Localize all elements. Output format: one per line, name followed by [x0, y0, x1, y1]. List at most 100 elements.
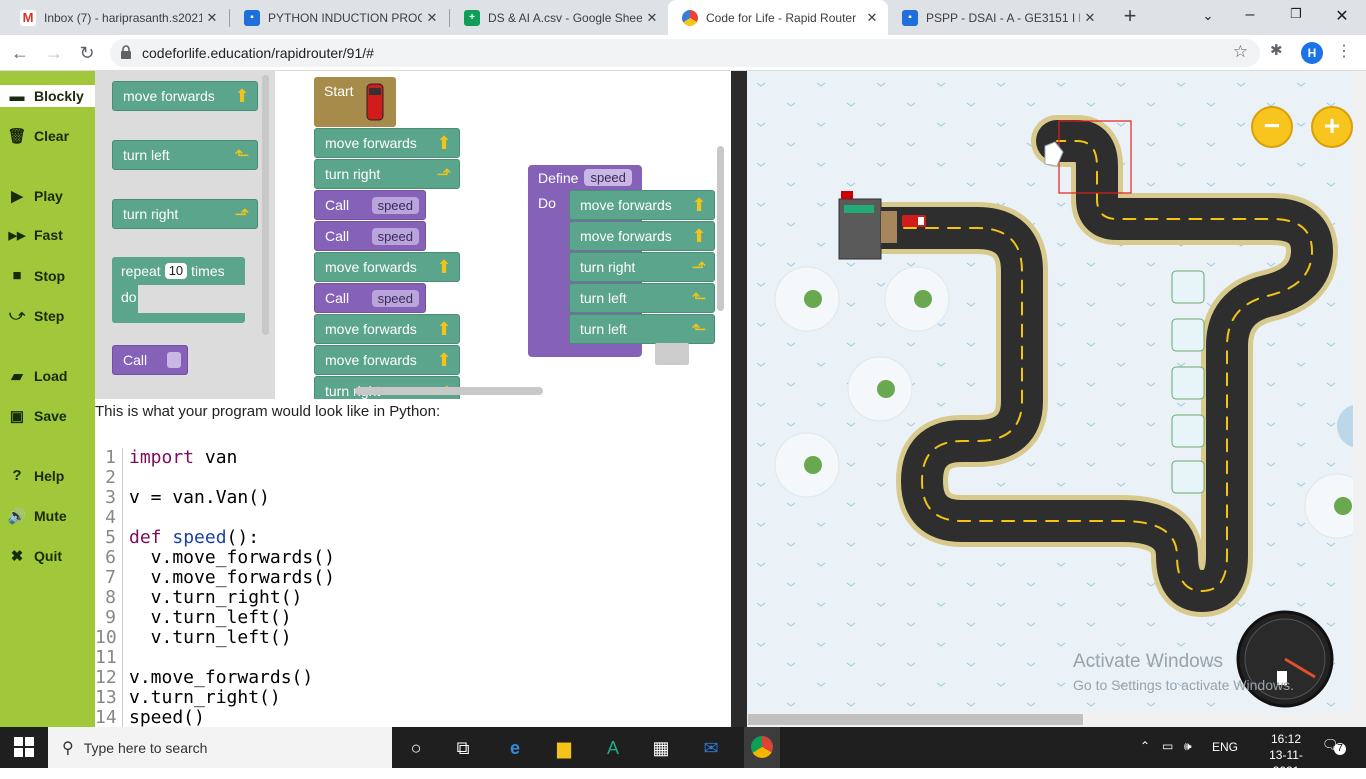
toolbox-turn-left-block[interactable]: turn left ⬑: [112, 140, 258, 170]
turn-right-block[interactable]: turn right ⬏: [314, 159, 460, 189]
call-arg-slot[interactable]: [167, 352, 182, 368]
tab-pspp[interactable]: ▪ PSPP - DSAI - A - GE3151 I DSAI ✕: [888, 0, 1106, 35]
code-line[interactable]: 6 v.move_forwards(): [95, 548, 335, 568]
code-line[interactable]: 2: [95, 468, 335, 488]
code-line[interactable]: 8 v.turn_right(): [95, 588, 335, 608]
pane-divider[interactable]: [731, 71, 747, 727]
autodesk-icon[interactable]: A: [600, 735, 626, 761]
store-icon[interactable]: ▦: [648, 735, 674, 761]
workspace-vscrollbar[interactable]: [717, 146, 724, 311]
sidebar-item-save[interactable]: ▣ Save: [6, 407, 67, 425]
define-name-field[interactable]: speed: [584, 169, 632, 186]
move-forwards-block[interactable]: move forwards ⬆: [314, 345, 460, 375]
sidebar-item-load[interactable]: ▰ Load: [6, 367, 67, 385]
sidebar-item-play[interactable]: ▶ Play: [6, 187, 63, 205]
map-vscrollbar[interactable]: [1353, 71, 1366, 727]
windows-start-icon[interactable]: [14, 737, 34, 757]
sidebar-item-quit[interactable]: ✖ Quit: [6, 547, 62, 565]
sidebar-item-clear[interactable]: 🗑 Clear: [6, 127, 69, 145]
workspace-hscrollbar[interactable]: [355, 387, 543, 395]
tray-chevron-icon[interactable]: ⌃: [1140, 739, 1150, 753]
task-view-icon[interactable]: ⧉: [450, 735, 476, 761]
tab-python-induction[interactable]: ▪ PYTHON INDUCTION PROGRAM ✕: [230, 0, 448, 35]
network-icon[interactable]: ▭: [1162, 739, 1173, 753]
code-line[interactable]: 13 v.turn_right(): [95, 688, 335, 708]
turn-left-block[interactable]: turn left ⬑: [569, 283, 715, 313]
close-tab-icon[interactable]: ✕: [642, 10, 662, 26]
game-map[interactable]: − +: [747, 71, 1366, 712]
sidebar-item-help[interactable]: ? Help: [6, 467, 64, 484]
back-icon[interactable]: ←: [8, 41, 32, 65]
tab-sheets[interactable]: + DS & AI A.csv - Google Sheets ✕: [450, 0, 668, 35]
zoom-in-button[interactable]: +: [1311, 106, 1353, 148]
code-line[interactable]: 9 v.turn_left(): [95, 608, 335, 628]
profile-avatar[interactable]: H: [1301, 42, 1323, 64]
repeat-count[interactable]: 10: [164, 263, 188, 279]
taskbar-search-box[interactable]: ⚲ Type here to search: [48, 727, 392, 768]
sidebar-item-blockly[interactable]: ▬ Blockly: [0, 85, 95, 107]
turn-left-block[interactable]: turn left ⬑: [569, 314, 715, 344]
notifications-icon[interactable]: 🗨 7: [1322, 737, 1348, 759]
toolbox-move-forwards-block[interactable]: move forwards ⬆: [112, 81, 258, 111]
call-speed-block[interactable]: Call speed: [314, 283, 426, 313]
code-line[interactable]: 14 speed(): [95, 708, 335, 728]
code-line[interactable]: 12 v.move_forwards(): [95, 668, 335, 688]
turn-right-block[interactable]: turn right ⬏: [569, 252, 715, 282]
trashcan-icon[interactable]: [655, 343, 689, 365]
toolbox-scrollbar[interactable]: [262, 75, 269, 335]
tab-rapid-router[interactable]: Code for Life - Rapid Router ✕: [668, 0, 888, 35]
zoom-out-button[interactable]: −: [1251, 106, 1293, 148]
start-block[interactable]: Start: [314, 77, 396, 127]
move-forwards-block[interactable]: move forwards ⬆: [569, 190, 715, 220]
map-hscroll-thumb[interactable]: [748, 714, 1083, 725]
sidebar-item-mute[interactable]: 🔊 Mute: [6, 507, 67, 525]
code-line[interactable]: 1 import van: [95, 448, 335, 468]
forward-icon[interactable]: →: [42, 41, 66, 65]
call-speed-block[interactable]: Call speed: [314, 221, 426, 251]
clock[interactable]: 16:12 13-11-2021: [1262, 731, 1310, 779]
sidebar-item-stop[interactable]: ■ Stop: [6, 267, 65, 284]
tab-search-icon[interactable]: ⌄: [1194, 8, 1222, 30]
cortana-icon[interactable]: ○: [403, 735, 429, 761]
mail-icon[interactable]: ✉: [698, 735, 724, 761]
close-tab-icon[interactable]: ✕: [862, 10, 882, 26]
menu-kebab-icon[interactable]: ⋮: [1336, 41, 1352, 61]
call-arg-pill[interactable]: speed: [371, 196, 419, 214]
volume-icon[interactable]: 🕪: [1184, 739, 1192, 754]
move-forwards-block[interactable]: move forwards ⬆: [314, 314, 460, 344]
chrome-taskbar-icon[interactable]: [744, 727, 780, 768]
code-line[interactable]: 11: [95, 648, 335, 668]
close-tab-icon[interactable]: ✕: [202, 10, 222, 26]
address-bar[interactable]: codeforlife.education/rapidrouter/91/# ☆: [110, 39, 1260, 67]
extensions-icon[interactable]: ✱: [1270, 41, 1283, 59]
code-line[interactable]: 5 def speed():: [95, 528, 335, 548]
call-arg-pill[interactable]: speed: [371, 289, 419, 307]
code-line[interactable]: 10 v.turn_left(): [95, 628, 335, 648]
tab-gmail[interactable]: M Inbox (7) - hariprasanth.s2021 ✕: [6, 0, 228, 35]
reload-icon[interactable]: ↻: [75, 41, 99, 65]
file-explorer-icon[interactable]: ▆: [551, 735, 577, 761]
call-arg-pill[interactable]: speed: [371, 227, 419, 245]
code-line[interactable]: 7 v.move_forwards(): [95, 568, 335, 588]
sidebar-item-fast[interactable]: ▶▶ Fast: [6, 227, 63, 243]
window-close-icon[interactable]: ✕: [1328, 6, 1356, 28]
new-tab-button[interactable]: +: [1118, 5, 1142, 29]
call-speed-block[interactable]: Call speed: [314, 190, 426, 220]
close-tab-icon[interactable]: ✕: [422, 10, 442, 26]
move-forwards-block[interactable]: move forwards ⬆: [569, 221, 715, 251]
minimize-icon[interactable]: –: [1236, 6, 1264, 28]
close-tab-icon[interactable]: ✕: [1080, 10, 1100, 26]
toolbox-call-block[interactable]: Call: [112, 345, 188, 375]
move-forwards-block[interactable]: move forwards ⬆: [314, 128, 460, 158]
bookmark-star-icon[interactable]: ☆: [1233, 42, 1248, 62]
code-line[interactable]: 3 v = van.Van(): [95, 488, 335, 508]
language-indicator[interactable]: ENG: [1212, 740, 1238, 754]
toolbox-repeat-block[interactable]: repeat 10 times do: [112, 257, 245, 323]
move-forwards-block[interactable]: move forwards ⬆: [314, 252, 460, 282]
code-editor[interactable]: 1 import van 2 3 v = van.Van() 4 5 def speed():…: [95, 448, 335, 728]
code-line[interactable]: 4: [95, 508, 335, 528]
map-hscrollbar[interactable]: [747, 712, 1353, 727]
blockly-workspace[interactable]: Start move forwards ⬆ turn right ⬏ Call speed…: [275, 71, 731, 399]
edge-icon[interactable]: e: [502, 735, 528, 761]
sidebar-item-step[interactable]: ⤻ Step: [6, 307, 64, 324]
